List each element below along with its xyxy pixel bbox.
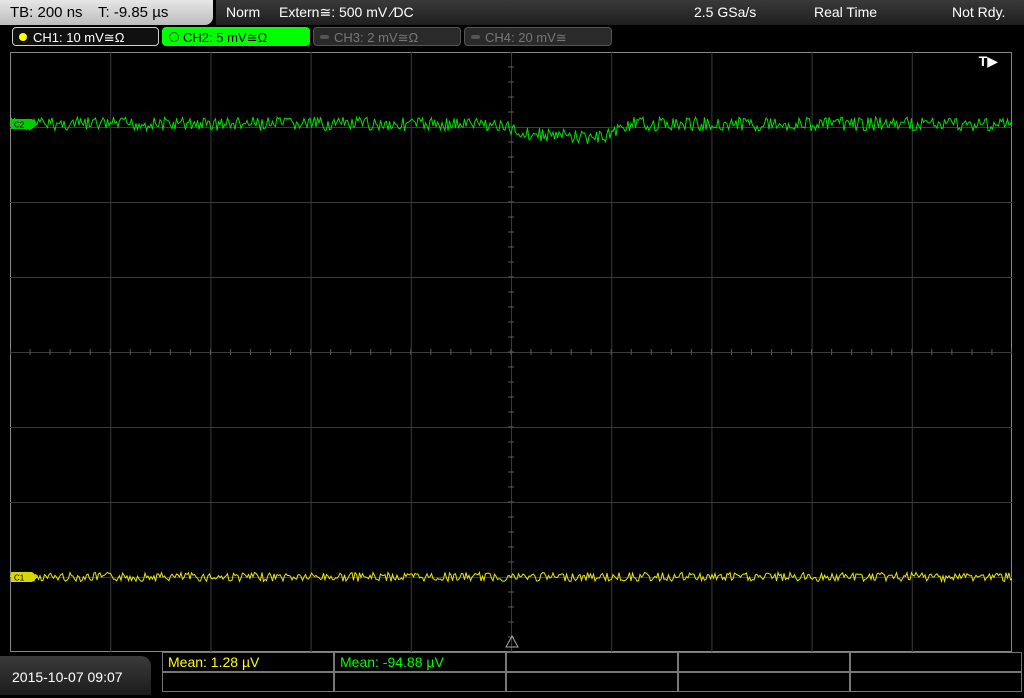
channel-2-indicator-icon [169, 32, 179, 42]
trigger-level-icon[interactable]: T▶ [979, 53, 998, 70]
sample-rate: 2.5 GSa/s [694, 4, 757, 20]
measurement-slot-10[interactable] [850, 672, 1022, 692]
date-time: 2015-10-07 09:07 [0, 656, 151, 695]
ch1-mean-measurement[interactable]: Mean: 1.28 µV [162, 652, 334, 672]
channel-3-label: CH3: 2 mV≅Ω [334, 30, 419, 45]
trigger-mode: Norm [226, 4, 261, 20]
measurement-slot-9[interactable] [678, 672, 850, 692]
channel-2-tab[interactable]: CH2: 5 mV≅Ω [162, 27, 310, 46]
channel-1-tab[interactable]: CH1: 10 mV≅Ω [12, 27, 159, 46]
measurement-slot-6[interactable] [162, 672, 334, 692]
channel-tabs: CH1: 10 mV≅Ω CH2: 5 mV≅Ω CH3: 2 mV≅Ω CH4… [0, 26, 1024, 48]
channel-2-label: CH2: 5 mV≅Ω [183, 30, 268, 45]
channel-4-indicator-icon [471, 35, 480, 39]
measurement-slot-5[interactable] [850, 652, 1022, 672]
channel-4-tab[interactable]: CH4: 20 mV≅ [464, 27, 612, 46]
channel-3-indicator-icon [320, 35, 329, 39]
waveform-display[interactable]: C2 C1 T▶ [10, 52, 1012, 652]
channel-1-label: CH1: 10 mV≅Ω [33, 30, 125, 45]
channel-3-tab[interactable]: CH3: 2 mV≅Ω [313, 27, 461, 46]
measurement-panel: Mean: 1.28 µV Mean: -94.88 µV [162, 652, 1024, 695]
timebase-panel[interactable]: TB: 200 ns T: -9.85 µs [0, 0, 213, 25]
acquisition-status: Not Rdy. [952, 4, 1006, 20]
channel-4-label: CH4: 20 mV≅ [485, 30, 567, 45]
trigger-source: Extern≅: 500 mV ⁄DC [279, 4, 414, 20]
trigger-time-value: T: -9.85 µs [98, 4, 169, 21]
waveform-grid: C2 C1 [10, 52, 1012, 652]
measurement-slot-8[interactable] [506, 672, 678, 692]
ch2-mean-measurement[interactable]: Mean: -94.88 µV [334, 652, 506, 672]
measurement-slot-4[interactable] [678, 652, 850, 672]
channel-1-marker-label: C1 [14, 574, 25, 583]
acquisition-mode: Real Time [814, 4, 878, 20]
measurement-slot-3[interactable] [506, 652, 678, 672]
status-bar: TB: 200 ns T: -9.85 µs Norm Extern≅: 500… [0, 0, 1024, 25]
timebase-value: TB: 200 ns [10, 4, 83, 21]
channel-2-marker-label: C2 [14, 121, 25, 130]
trigger-panel[interactable]: Norm Extern≅: 500 mV ⁄DC 2.5 GSa/s Real … [216, 0, 1024, 25]
channel-1-indicator-icon [19, 33, 27, 41]
measurement-slot-7[interactable] [334, 672, 506, 692]
